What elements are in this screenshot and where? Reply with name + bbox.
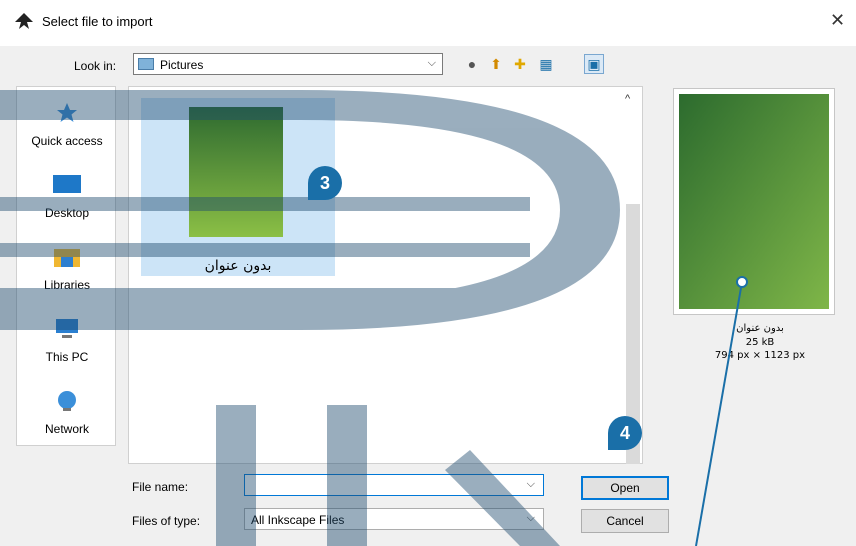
file-name-label: بدون عنوان	[204, 258, 272, 274]
files-of-type-value: All Inkscape Files	[251, 513, 345, 527]
file-name-field-label: File name:	[132, 480, 189, 494]
scroll-up-icon[interactable]: ^	[625, 93, 630, 105]
preview-toggle-icon[interactable]: ▣	[584, 54, 604, 74]
up-folder-icon[interactable]: ⬆	[486, 54, 506, 74]
libraries-icon	[54, 249, 80, 267]
step-4-badge: 4	[608, 416, 642, 450]
place-desktop[interactable]: Desktop	[17, 173, 117, 220]
dialog-title: Select file to import	[42, 14, 153, 29]
place-libraries[interactable]: Libraries	[17, 245, 117, 292]
chevron-down-icon: ⌵	[427, 57, 436, 69]
look-in-value: Pictures	[160, 58, 204, 72]
files-of-type-select[interactable]: All Inkscape Files ⌵	[244, 508, 544, 530]
desktop-icon	[53, 175, 81, 193]
file-name-field[interactable]: ⌵	[244, 474, 544, 496]
place-quick-access[interactable]: Quick access	[17, 101, 117, 148]
files-of-type-label: Files of type:	[132, 514, 201, 528]
star-icon	[57, 103, 77, 122]
look-in-combo[interactable]: Pictures ⌵	[133, 53, 443, 75]
chevron-down-icon[interactable]: ⌵	[527, 478, 535, 491]
preview-size: 25 kB	[745, 337, 775, 348]
preview-image	[679, 94, 829, 309]
place-label: Quick access	[31, 134, 103, 148]
network-icon	[58, 391, 76, 411]
place-label: This PC	[45, 350, 89, 364]
view-menu-icon[interactable]: ▦	[536, 54, 556, 74]
place-label: Network	[44, 422, 89, 436]
cancel-button[interactable]: Cancel	[581, 509, 669, 533]
back-icon[interactable]: ●	[462, 54, 482, 74]
places-sidebar: Quick access Desktop Libraries This PC N…	[16, 86, 116, 446]
new-folder-icon[interactable]: ✚	[510, 54, 530, 74]
preview-name: بدون عنوان	[736, 323, 784, 334]
place-label: Libraries	[43, 278, 91, 292]
open-button[interactable]: Open	[581, 476, 669, 500]
folder-icon	[138, 58, 154, 70]
look-in-label: Look in:	[74, 59, 117, 73]
preview-dimensions: 794 px × 1123 px	[714, 350, 806, 361]
place-label: Desktop	[44, 206, 90, 220]
close-icon[interactable]: ✕	[830, 10, 845, 31]
chevron-down-icon: ⌵	[526, 512, 535, 524]
computer-icon	[56, 319, 78, 338]
place-network[interactable]: Network	[17, 389, 117, 436]
file-thumbnail[interactable]	[189, 107, 283, 237]
inkscape-logo-icon	[15, 13, 33, 29]
step-3-badge: 3	[308, 166, 342, 200]
place-this-pc[interactable]: This PC	[17, 317, 117, 364]
